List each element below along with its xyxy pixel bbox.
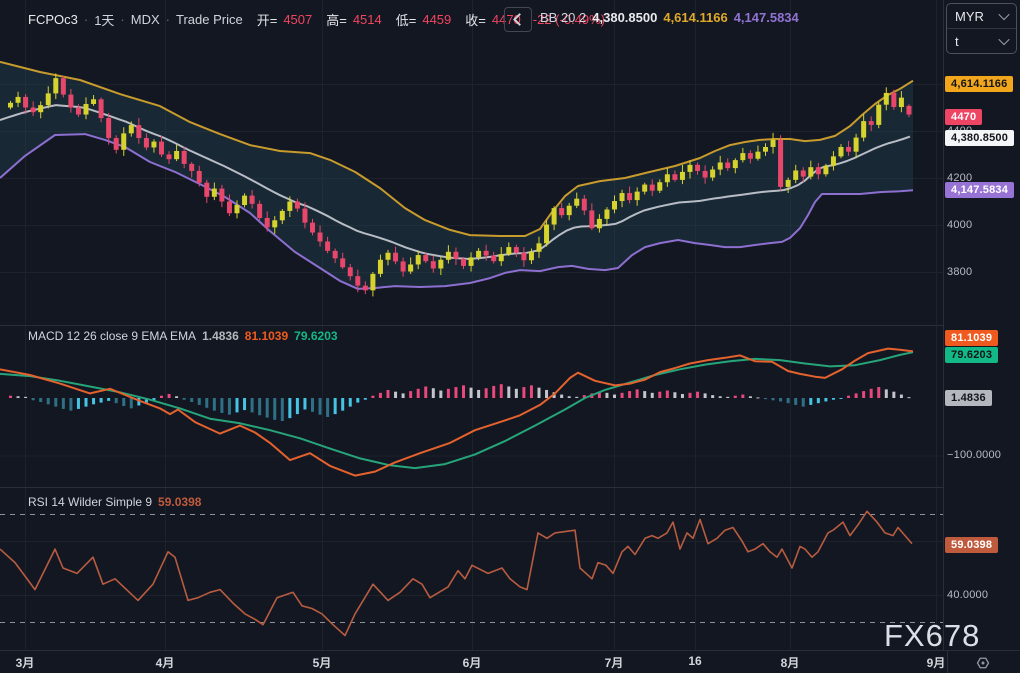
separator-dot: · xyxy=(165,12,170,27)
macd-legend: MACD 12 26 close 9 EMA EMA 1.4836 81.103… xyxy=(28,329,338,343)
price-badge: 81.1039 xyxy=(945,330,999,346)
chevron-down-icon xyxy=(998,8,1010,21)
time-tick-label: 9月 xyxy=(926,656,946,670)
time-axis[interactable]: 3月 4月 5月 6月 7月 16 8月 9月 xyxy=(0,651,1020,673)
open-value: 4507 xyxy=(283,12,313,27)
price-badge: 4,614.1166 xyxy=(945,76,1014,92)
hexagon-dot-icon[interactable] xyxy=(974,654,994,672)
currency-dropdown[interactable]: MYR xyxy=(947,4,1016,28)
separator-dot: · xyxy=(83,12,89,27)
bb-lower-value: 4,147.5834 xyxy=(733,10,799,25)
rsi-label[interactable]: RSI 14 Wilder Simple 9 xyxy=(28,495,152,509)
time-tick-label: 8月 xyxy=(780,656,800,670)
axis-tick-label: −100.0000 xyxy=(947,449,1002,461)
axis-tick-label: 3800 xyxy=(947,266,973,278)
bb-basis-value: 4,380.8500 xyxy=(592,10,658,25)
price-badge: 1.4836 xyxy=(945,390,992,406)
chevron-down-icon xyxy=(998,33,1010,46)
exchange-label: MDX xyxy=(130,12,160,27)
fx678-watermark: FX678 xyxy=(884,618,981,653)
chevron-left-icon xyxy=(513,13,526,26)
bollinger-legend: BB 20 2 4,380.8500 4,614.1166 4,147.5834 xyxy=(540,10,799,25)
unit-value: t xyxy=(955,33,959,49)
back-button[interactable] xyxy=(504,7,532,32)
series-type-label: Trade Price xyxy=(176,12,243,27)
interval-label[interactable]: 1天 xyxy=(94,10,114,29)
rsi-value: 59.0398 xyxy=(158,495,202,509)
symbol-name[interactable]: FCPOc3 xyxy=(28,12,78,27)
price-badge: 4470 xyxy=(945,109,983,125)
high-value: 4514 xyxy=(352,12,382,27)
unit-dropdown[interactable]: t xyxy=(947,28,1016,53)
macd-line-value: 81.1039 xyxy=(244,329,289,343)
pane-separator-rsi[interactable] xyxy=(0,487,943,488)
separator-dot: · xyxy=(120,12,125,27)
low-label: 低= xyxy=(395,13,417,28)
bb-upper-value: 4,614.1166 xyxy=(663,10,728,25)
price-badge: 79.6203 xyxy=(945,347,999,363)
time-tick-label: 6月 xyxy=(462,656,482,670)
price-badge: 4,147.5834 xyxy=(945,182,1015,198)
currency-value: MYR xyxy=(955,8,984,24)
time-tick-label: 16 xyxy=(688,654,702,668)
axis-tick-label: 40.0000 xyxy=(947,589,989,601)
scale-unit-widget: MYR t xyxy=(946,3,1017,54)
time-tick-label: 3月 xyxy=(15,656,35,670)
pane-separator-macd[interactable] xyxy=(0,325,943,326)
open-label: 开= xyxy=(256,13,278,28)
rsi-legend: RSI 14 Wilder Simple 9 59.0398 xyxy=(28,495,201,509)
time-tick-label: 7月 xyxy=(604,656,624,670)
time-tick-label: 4月 xyxy=(155,656,175,670)
macd-hist-value: 1.4836 xyxy=(202,329,239,343)
time-tick-label: 5月 xyxy=(312,656,332,670)
high-label: 高= xyxy=(326,13,347,28)
price-badge: 59.0398 xyxy=(945,537,999,553)
macd-signal-value: 79.6203 xyxy=(294,329,338,343)
price-badge: 4,380.8500 xyxy=(945,130,1015,146)
macd-label[interactable]: MACD 12 26 close 9 EMA EMA xyxy=(28,329,196,343)
trading-chart-app: FCPOc3 · 1天 · MDX · Trade Price 开= 4507 高… xyxy=(0,0,1020,673)
axis-tick-label: 4000 xyxy=(947,219,973,231)
bb-label[interactable]: BB 20 2 xyxy=(540,10,586,25)
low-value: 4459 xyxy=(422,12,452,27)
close-label: 收= xyxy=(465,13,486,28)
price-axis-separator xyxy=(943,0,944,650)
